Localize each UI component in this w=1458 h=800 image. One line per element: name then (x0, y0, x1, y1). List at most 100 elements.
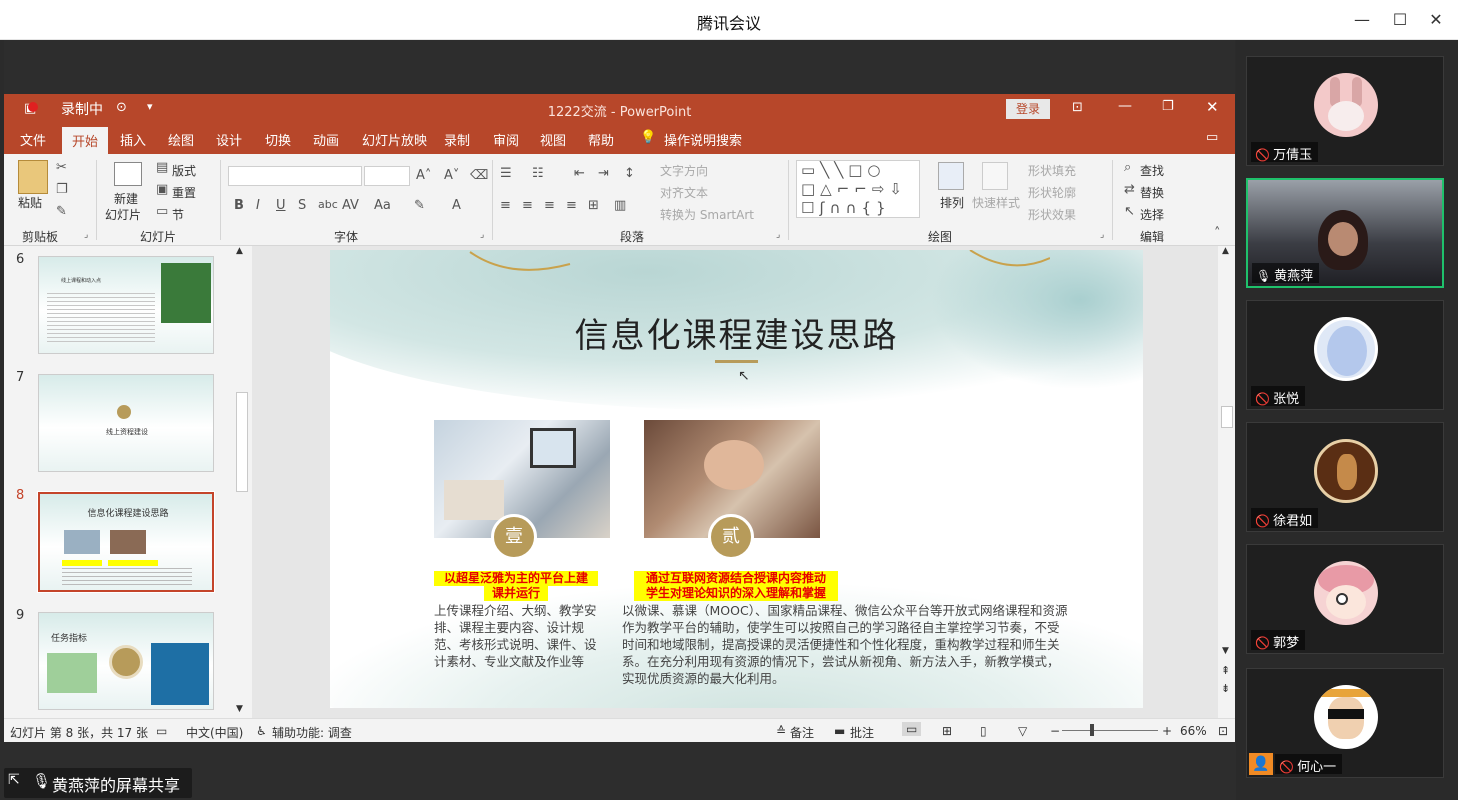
zoom-out-button[interactable]: − (1050, 724, 1060, 738)
notes-button[interactable]: 备注 (790, 724, 814, 741)
slide-scrollbar[interactable]: ▲ ▼ ⇞ ⇟ (1218, 246, 1235, 718)
tab-slideshow[interactable]: 幻灯片放映 (362, 130, 427, 149)
qat-more-icon[interactable]: ▾ (147, 100, 153, 113)
slide-scroll-down-icon[interactable]: ▼ (1222, 646, 1229, 656)
char-spacing-icon[interactable]: AV (342, 198, 359, 213)
new-slide-label-1[interactable]: 新建 (114, 190, 138, 207)
paste-icon[interactable] (18, 160, 48, 194)
tab-record[interactable]: 录制 (444, 130, 470, 149)
font-name-box[interactable] (228, 166, 362, 186)
prev-slide-icon[interactable]: ⇞ (1221, 664, 1230, 677)
participant-tile[interactable]: 🚫 郭梦 (1246, 544, 1444, 654)
scroll-down-icon[interactable]: ▼ (236, 704, 243, 714)
slide-scroll-up-icon[interactable]: ▲ (1222, 246, 1229, 256)
italic-icon[interactable]: I (256, 198, 260, 213)
tab-insert[interactable]: 插入 (120, 130, 146, 149)
clipboard-launcher-icon[interactable]: ⌟ (84, 230, 88, 240)
slide-title[interactable]: 信息化课程建设思路 (330, 308, 1143, 357)
font-launcher-icon[interactable]: ⌟ (480, 230, 484, 240)
align-right-icon[interactable]: ≡ (544, 198, 555, 213)
tab-animations[interactable]: 动画 (313, 130, 339, 149)
slide-scroll-handle[interactable] (1221, 406, 1233, 428)
highlight-icon[interactable]: ✎ (414, 198, 425, 213)
shadow-icon[interactable]: S (298, 198, 306, 213)
scroll-up-icon[interactable]: ▲ (236, 246, 243, 256)
next-slide-icon[interactable]: ⇟ (1221, 682, 1230, 695)
justify-icon[interactable]: ≡ (566, 198, 577, 213)
language-status[interactable]: 中文(中国) (186, 724, 243, 741)
shape-effects-button[interactable]: 形状效果 (1028, 206, 1076, 223)
arrange-icon[interactable] (938, 162, 964, 190)
participant-tile[interactable]: 🚫 徐君如 (1246, 422, 1444, 532)
replace-button[interactable]: 替换 (1140, 184, 1164, 201)
arrange-button[interactable]: 排列 (940, 194, 964, 211)
paste-button[interactable]: 粘贴 (18, 194, 42, 211)
reading-view-icon[interactable]: ▯ (980, 724, 987, 738)
maximize-button[interactable]: ☐ (1388, 8, 1412, 32)
bullets-icon[interactable]: ☰ (500, 166, 512, 181)
numbering-icon[interactable]: ☷ (532, 166, 544, 181)
align-center-icon[interactable]: ≡ (522, 198, 533, 213)
find-button[interactable]: 查找 (1140, 162, 1164, 179)
tab-help[interactable]: 帮助 (588, 130, 614, 149)
new-slide-icon[interactable] (114, 162, 142, 186)
accessibility-status[interactable]: 辅助功能: 调查 (272, 724, 352, 741)
tab-view[interactable]: 视图 (540, 130, 566, 149)
distributed-icon[interactable]: ⊞ (588, 198, 599, 213)
bold-icon[interactable]: B (234, 198, 244, 213)
zoom-slider-thumb[interactable] (1090, 724, 1094, 736)
cut-icon[interactable]: ✂ (56, 160, 67, 175)
change-case-icon[interactable]: Aa (374, 198, 391, 213)
paragraph-launcher-icon[interactable]: ⌟ (776, 230, 780, 240)
tab-review[interactable]: 审阅 (493, 130, 519, 149)
slideshow-view-icon[interactable]: ▽ (1018, 724, 1027, 738)
zoom-in-button[interactable]: + (1162, 724, 1172, 738)
ribbon-display-icon[interactable]: ⊡ (1072, 100, 1083, 115)
comment-icon[interactable]: ▭ (1206, 130, 1218, 145)
spellcheck-icon[interactable]: ▭ (156, 724, 167, 738)
font-size-box[interactable] (364, 166, 410, 186)
zoom-slider[interactable] (1062, 730, 1158, 731)
thumb-scrollbar[interactable]: ▲ ▼ (232, 246, 250, 718)
slide-thumb-6[interactable]: 线上课程和动入点 (38, 256, 214, 354)
new-slide-label-2[interactable]: 幻灯片 (105, 206, 141, 223)
ppt-minimize-button[interactable]: — (1118, 98, 1132, 114)
tab-design[interactable]: 设计 (216, 130, 242, 149)
shrink-font-icon[interactable]: A˅ (444, 168, 459, 183)
sorter-view-icon[interactable]: ⊞ (942, 724, 952, 738)
fit-slide-icon[interactable]: ⊡ (1218, 724, 1228, 738)
align-left-icon[interactable]: ≡ (500, 198, 511, 213)
drawing-launcher-icon[interactable]: ⌟ (1100, 230, 1104, 240)
login-button[interactable]: 登录 (1006, 99, 1050, 119)
clear-format-icon[interactable]: ⌫ (470, 168, 488, 183)
copy-icon[interactable]: ❐ (56, 182, 68, 197)
ppt-restore-button[interactable]: ❐ (1162, 99, 1174, 114)
quick-styles-button[interactable]: 快速样式 (972, 194, 1020, 211)
comments-button[interactable]: 批注 (850, 724, 874, 741)
tab-home[interactable]: 开始 (62, 127, 109, 154)
participant-tile[interactable]: 🚫 张悦 (1246, 300, 1444, 410)
current-slide[interactable]: 信息化课程建设思路 ↖ 壹 贰 以超星泛雅为主的平台上建 课并运行 通过互联网资… (330, 250, 1143, 708)
shape-fill-button[interactable]: 形状填充 (1028, 162, 1076, 179)
section-button[interactable]: 节 (172, 206, 184, 223)
ppt-close-button[interactable]: ✕ (1206, 98, 1219, 116)
minimize-button[interactable]: — (1350, 8, 1374, 32)
columns-icon[interactable]: ▥ (614, 198, 626, 213)
collapse-ribbon-icon[interactable]: ˄ (1214, 226, 1221, 241)
decrease-indent-icon[interactable]: ⇤ (574, 166, 585, 181)
participant-tile[interactable]: 🚫 万倩玉 (1246, 56, 1444, 166)
line-spacing-icon[interactable]: ↕ (624, 166, 635, 181)
format-painter-icon[interactable]: ✎ (56, 204, 67, 219)
screen-share-label[interactable]: ⇱ 🎙 黄燕萍的屏幕共享 (4, 768, 192, 798)
zoom-level[interactable]: 66% (1180, 724, 1207, 738)
shapes-gallery[interactable]: ▭╲╲□○ □△⌐⌐⇨⇩ ☐ʃ∩∩{} (796, 160, 920, 218)
slide-thumb-7[interactable]: 线上资程建设 (38, 374, 214, 472)
align-text-button[interactable]: 对齐文本 (660, 184, 708, 201)
slide-thumb-9[interactable]: 任务指标 (38, 612, 214, 710)
thumb-scroll-handle[interactable] (236, 392, 248, 492)
tab-transitions[interactable]: 切换 (265, 130, 291, 149)
quick-styles-icon[interactable] (982, 162, 1008, 190)
grow-font-icon[interactable]: A˄ (416, 168, 431, 183)
smartart-button[interactable]: 转换为 SmartArt (660, 206, 754, 223)
strikethrough-icon[interactable]: abc (318, 198, 338, 211)
